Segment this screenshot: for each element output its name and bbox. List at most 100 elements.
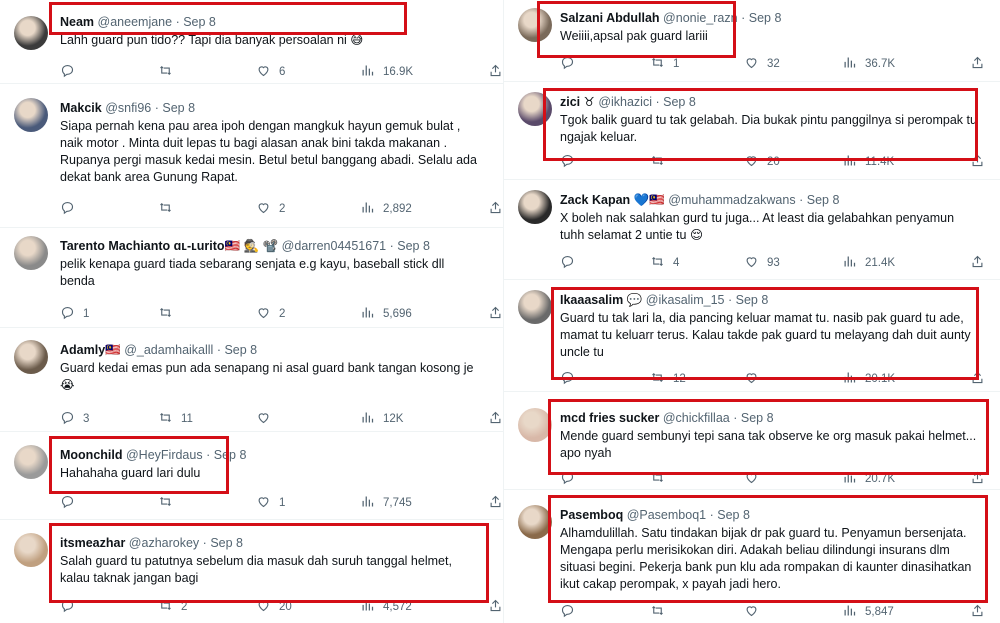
avatar[interactable]: [14, 16, 48, 50]
display-name[interactable]: Ikaaasalim 💬: [560, 293, 642, 307]
retweet-button[interactable]: [158, 494, 181, 512]
share-button[interactable]: [488, 63, 503, 81]
user-handle[interactable]: @aneemjane: [98, 15, 173, 29]
tweet-date[interactable]: Sep 8: [210, 536, 243, 550]
retweet-button[interactable]: [650, 153, 673, 171]
user-handle[interactable]: @azharokey: [129, 536, 199, 550]
reply-button[interactable]: [60, 598, 83, 616]
reply-button[interactable]: 3: [60, 410, 89, 428]
retweet-button[interactable]: 2: [158, 598, 187, 616]
reply-button[interactable]: [560, 470, 583, 488]
share-button[interactable]: [488, 494, 503, 512]
avatar[interactable]: [518, 92, 552, 126]
user-handle[interactable]: @_adamhaikalll: [124, 343, 213, 357]
retweet-button[interactable]: [158, 305, 181, 323]
like-button[interactable]: 20: [744, 153, 780, 171]
reply-button[interactable]: [60, 200, 83, 218]
tweet-date[interactable]: Sep 8: [162, 101, 195, 115]
display-name[interactable]: mcd fries sucker: [560, 411, 659, 425]
views-button[interactable]: 2,892: [360, 200, 412, 218]
display-name[interactable]: Tarento Machianto ɑʟ-ʟurito🇲🇾 🕵️ 📽️: [60, 239, 278, 253]
avatar[interactable]: [518, 408, 552, 442]
reply-button[interactable]: [560, 153, 583, 171]
share-button[interactable]: [970, 254, 985, 272]
display-name[interactable]: zici ♉: [560, 95, 595, 109]
display-name[interactable]: Adamly🇲🇾: [60, 343, 121, 357]
views-button[interactable]: 5,696: [360, 305, 412, 323]
tweet[interactable]: mcd fries sucker @chickfillaa · Sep 8 Men…: [504, 392, 1000, 490]
tweet[interactable]: Salzani Abdullah @nonie_razn · Sep 8 Weii…: [504, 0, 1000, 82]
like-button[interactable]: 6: [256, 63, 285, 81]
like-button[interactable]: [744, 470, 767, 488]
display-name[interactable]: Salzani Abdullah: [560, 11, 660, 25]
reply-button[interactable]: [60, 494, 83, 512]
tweet-date[interactable]: Sep 8: [397, 239, 430, 253]
reply-button[interactable]: [60, 63, 83, 81]
tweet-date[interactable]: Sep 8: [183, 15, 216, 29]
user-handle[interactable]: @ikasalim_15: [646, 293, 725, 307]
like-button[interactable]: 20: [256, 598, 292, 616]
display-name[interactable]: Neam: [60, 15, 94, 29]
tweet[interactable]: Neam @aneemjane · Sep 8 Lahh guard pun ti…: [0, 0, 503, 84]
share-button[interactable]: [970, 370, 985, 388]
reply-button[interactable]: [560, 55, 583, 73]
display-name[interactable]: Pasemboq: [560, 508, 623, 522]
avatar[interactable]: [14, 98, 48, 132]
views-button[interactable]: 36.7K: [842, 55, 895, 73]
views-button[interactable]: 20.7K: [842, 470, 895, 488]
display-name[interactable]: Zack Kapan 💙🇲🇾: [560, 193, 665, 207]
user-handle[interactable]: @ikhazici: [598, 95, 652, 109]
reply-button[interactable]: [560, 603, 583, 621]
tweet[interactable]: Makcik @snfi96 · Sep 8 Siapa pernah kena …: [0, 84, 503, 228]
tweet-date[interactable]: Sep 8: [749, 11, 782, 25]
retweet-button[interactable]: [158, 63, 181, 81]
like-button[interactable]: [744, 603, 767, 621]
retweet-button[interactable]: [650, 603, 673, 621]
display-name[interactable]: Makcik: [60, 101, 102, 115]
user-handle[interactable]: @HeyFirdaus: [126, 448, 203, 462]
avatar[interactable]: [518, 290, 552, 324]
share-button[interactable]: [488, 200, 503, 218]
like-button[interactable]: [744, 370, 767, 388]
user-handle[interactable]: @Pasemboq1: [627, 508, 706, 522]
tweet[interactable]: Ikaaasalim 💬 @ikasalim_15 · Sep 8 Guard t…: [504, 280, 1000, 392]
tweet[interactable]: Zack Kapan 💙🇲🇾 @muhammadzakwans · Sep 8 X…: [504, 180, 1000, 280]
share-button[interactable]: [970, 603, 985, 621]
like-button[interactable]: 1: [256, 494, 285, 512]
tweet[interactable]: Pasemboq @Pasemboq1 · Sep 8 Alhamdulillah…: [504, 490, 1000, 623]
tweet-date[interactable]: Sep 8: [214, 448, 247, 462]
tweet-date[interactable]: Sep 8: [663, 95, 696, 109]
reply-button[interactable]: [560, 254, 583, 272]
avatar[interactable]: [14, 236, 48, 270]
tweet[interactable]: Adamly🇲🇾 @_adamhaikalll · Sep 8 Guard ked…: [0, 328, 503, 432]
share-button[interactable]: [970, 153, 985, 171]
reply-button[interactable]: 1: [60, 305, 89, 323]
reply-button[interactable]: [560, 370, 583, 388]
tweet-date[interactable]: Sep 8: [717, 508, 750, 522]
views-button[interactable]: 11.4K: [842, 153, 894, 171]
views-button[interactable]: 4,572: [360, 598, 412, 616]
views-button[interactable]: 16.9K: [360, 63, 413, 81]
like-button[interactable]: 2: [256, 305, 285, 323]
views-button[interactable]: 5,847: [842, 603, 894, 621]
user-handle[interactable]: @snfi96: [105, 101, 151, 115]
avatar[interactable]: [518, 8, 552, 42]
user-handle[interactable]: @nonie_razn: [663, 11, 738, 25]
tweet-date[interactable]: Sep 8: [741, 411, 774, 425]
share-button[interactable]: [488, 410, 503, 428]
tweet[interactable]: itsmeazhar @azharokey · Sep 8 Salah guard…: [0, 520, 503, 623]
retweet-button[interactable]: 4: [650, 254, 679, 272]
avatar[interactable]: [518, 505, 552, 539]
avatar[interactable]: [14, 445, 48, 479]
like-button[interactable]: 2: [256, 200, 285, 218]
user-handle[interactable]: @chickfillaa: [663, 411, 730, 425]
user-handle[interactable]: @darren04451671: [282, 239, 386, 253]
share-button[interactable]: [488, 305, 503, 323]
display-name[interactable]: itsmeazhar: [60, 536, 125, 550]
share-button[interactable]: [970, 470, 985, 488]
views-button[interactable]: 7,745: [360, 494, 412, 512]
retweet-button[interactable]: 12: [650, 370, 686, 388]
tweet-date[interactable]: Sep 8: [807, 193, 840, 207]
tweet[interactable]: zici ♉ @ikhazici · Sep 8 Tgok balik guard…: [504, 82, 1000, 180]
retweet-button[interactable]: 11: [158, 410, 193, 428]
